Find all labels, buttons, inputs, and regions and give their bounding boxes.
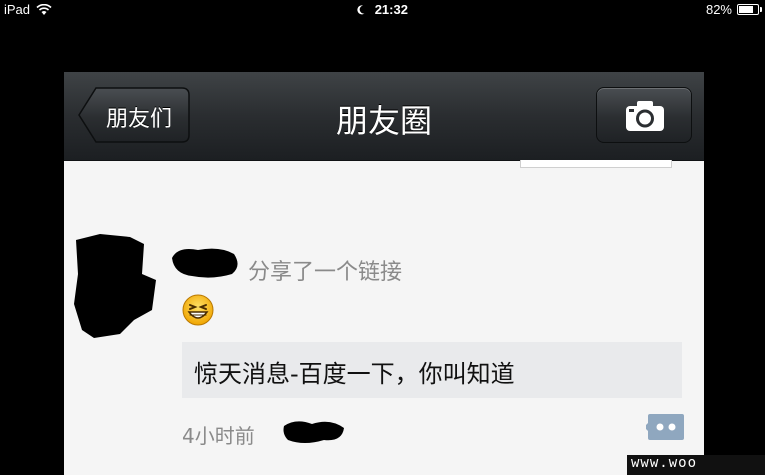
camera-button[interactable] [596,87,692,143]
watermark: www.woo [627,455,765,475]
clock: 21:32 [374,2,408,17]
moon-icon [357,5,365,15]
navigation-bar: 朋友们 朋友圈 [64,72,704,161]
camera-icon [626,101,664,131]
grinning-face-icon [182,294,214,326]
share-action-text: 分享了一个链接 [248,260,403,285]
avatar[interactable] [72,234,158,338]
link-title: 惊天消息-百度一下，你叫知道 [194,360,515,388]
status-bar: iPad 21:32 82% [0,0,765,20]
comment-bubble-icon[interactable] [646,412,686,444]
post-timestamp: 4小时前 [182,424,255,448]
battery-fill [739,6,753,13]
shared-link-card[interactable]: 惊天消息-百度一下，你叫知道 [182,342,682,398]
location-redacted [283,421,344,443]
status-right: 82% [705,2,762,17]
moments-app: 朋友们 朋友圈 分享了一个链接 惊天消息-百度一下，你叫知道 4小时前 [64,72,704,475]
user-name-redacted[interactable] [168,244,240,280]
status-clock-area: 21:32 [0,2,765,17]
cover-photo-edge [520,160,672,168]
battery-percent: 82% [705,2,732,17]
battery-icon [737,4,762,15]
